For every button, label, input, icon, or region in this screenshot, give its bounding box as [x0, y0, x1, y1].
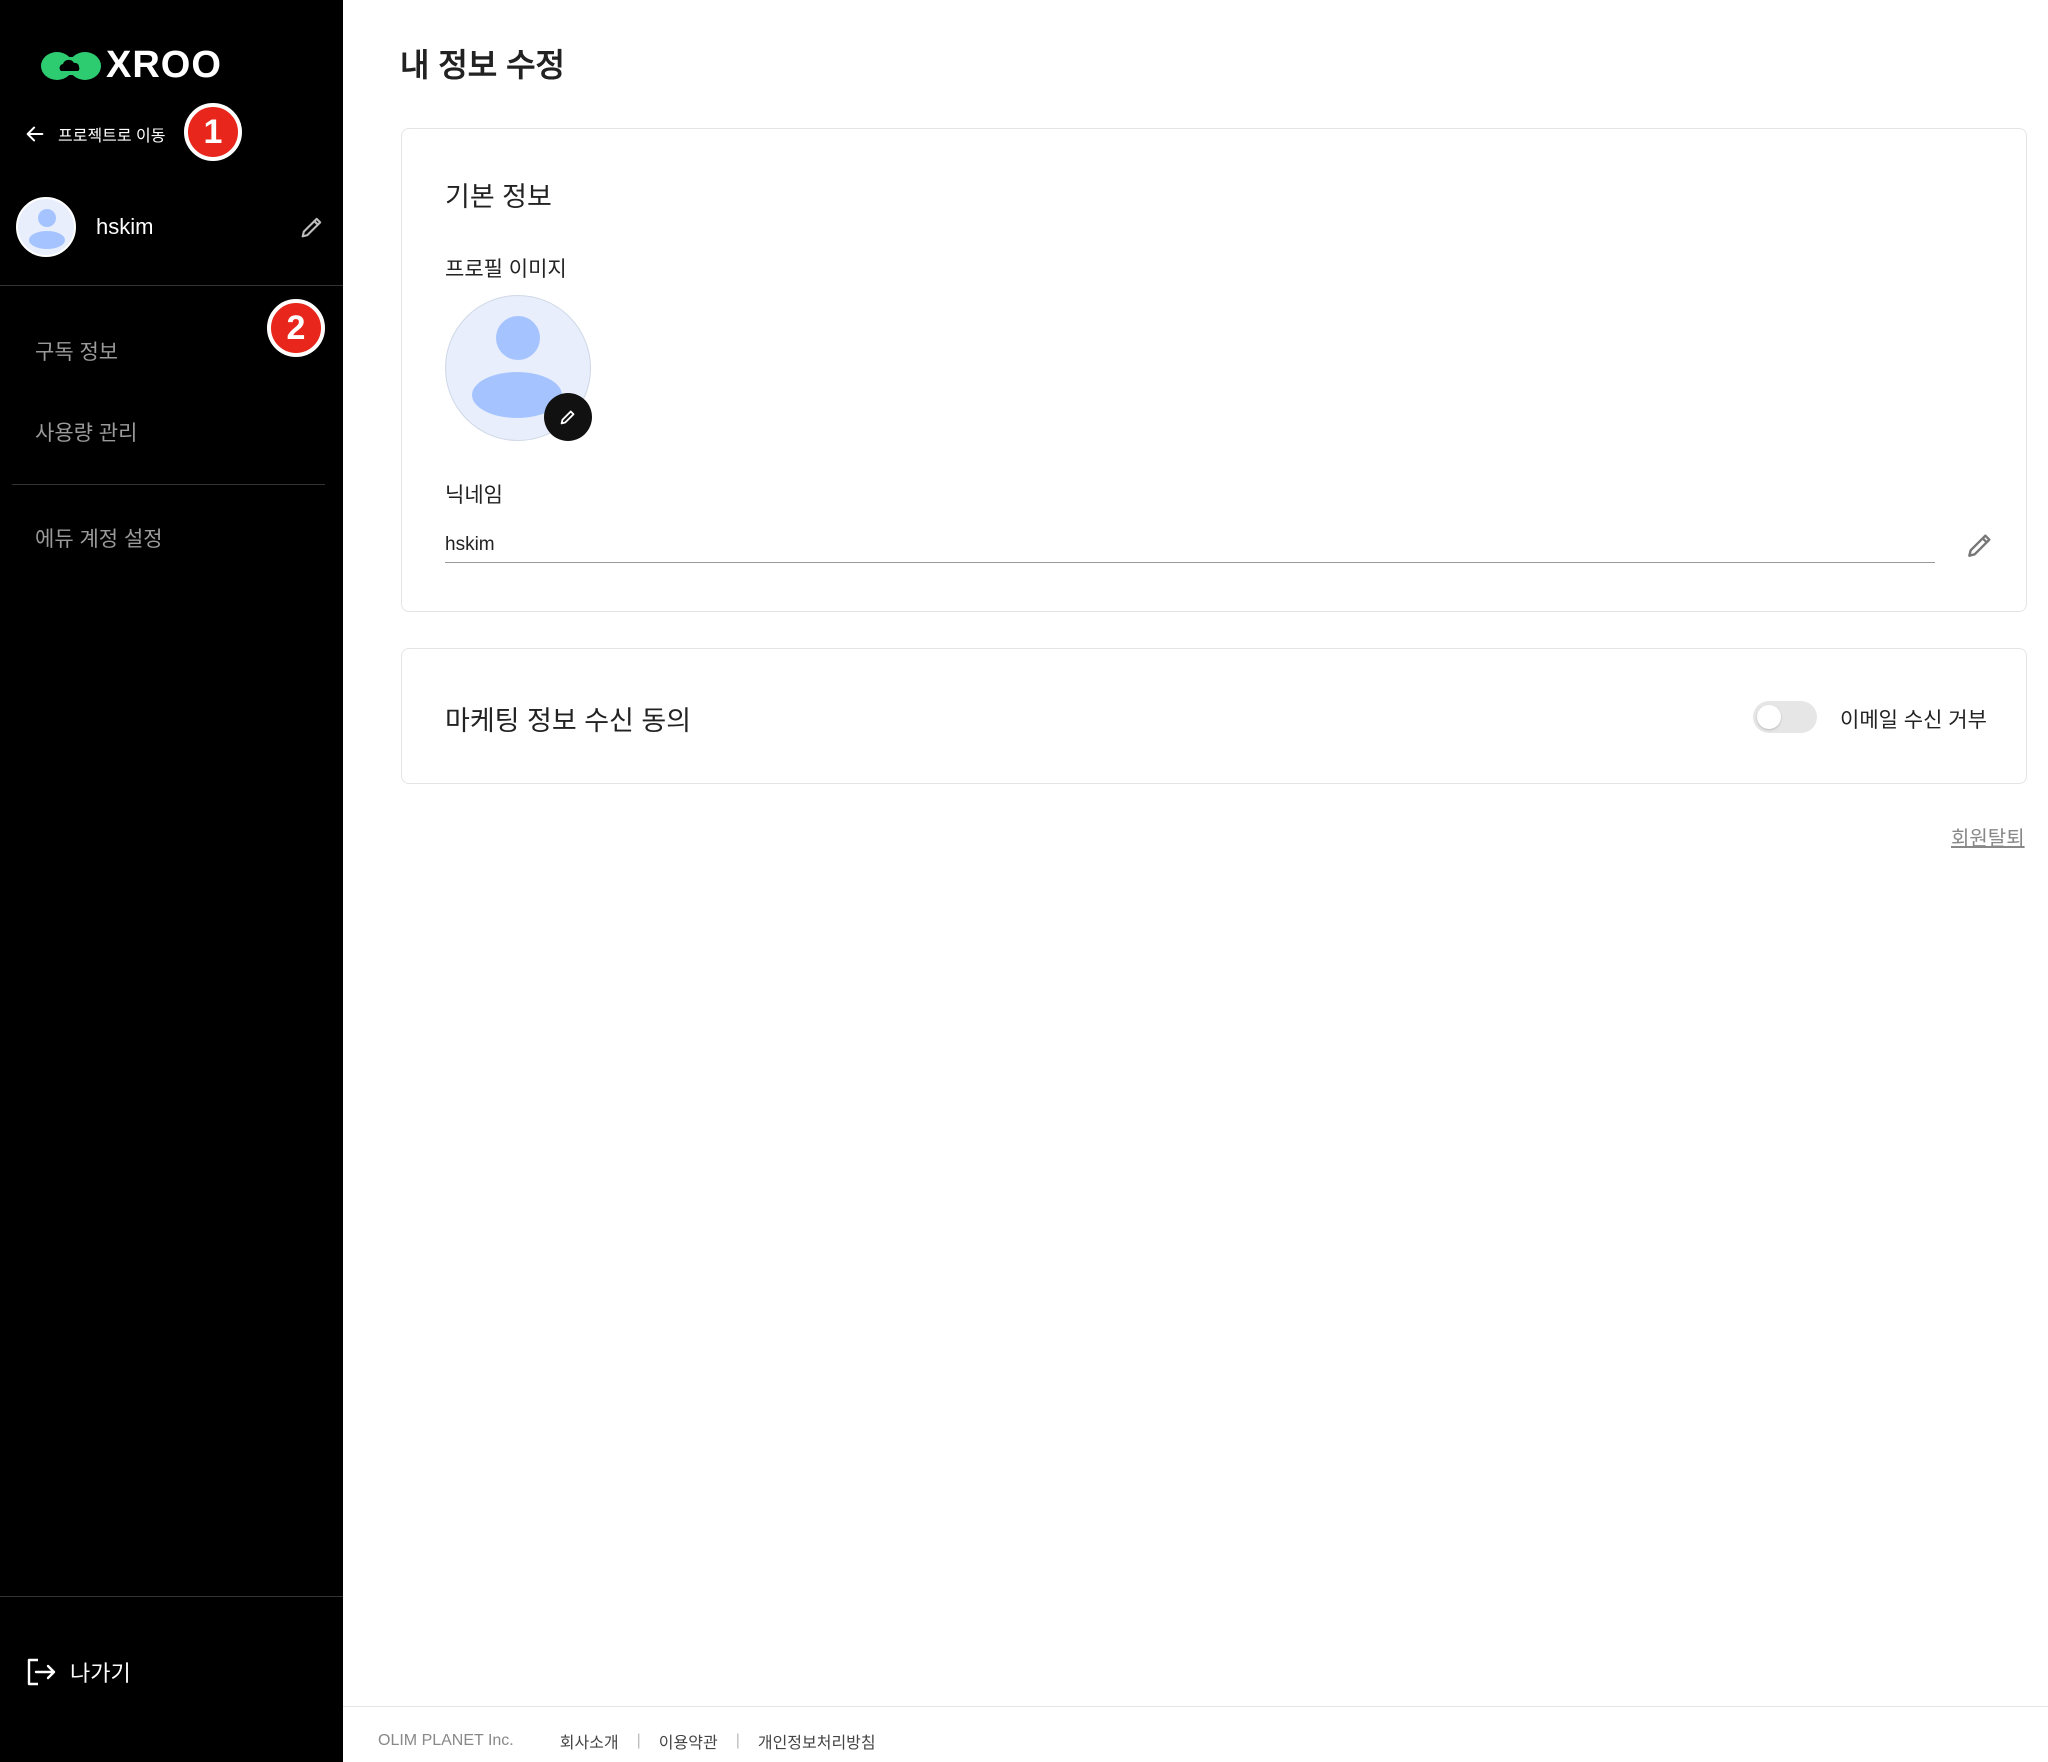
annotation-badge-1: 1: [184, 103, 242, 161]
email-optout-label: 이메일 수신 거부: [1840, 709, 1987, 732]
main-content: 내 정보 수정 기본 정보 프로필 이미지 닉네임 마케팅 정보 수신 동의: [343, 0, 2048, 1762]
arrow-left-icon: [26, 126, 44, 142]
sidebar: XROO 프로젝트로 이동 1 hskim 2 구독 정보 사용량 관리 에듀 …: [0, 0, 343, 1762]
sidebar-item-edu-account[interactable]: 에듀 계정 설정: [35, 523, 163, 553]
divider: [12, 484, 325, 485]
footer-divider: [343, 1706, 2048, 1707]
basic-info-title: 기본 정보: [445, 182, 552, 212]
logout-icon: [27, 1658, 56, 1686]
marketing-consent-title: 마케팅 정보 수신 동의: [445, 706, 692, 736]
footer: OLIM PLANET Inc. 회사소개 | 이용약관 | 개인정보처리방침: [378, 1729, 876, 1753]
sidebar-item-usage[interactable]: 사용량 관리: [35, 417, 137, 447]
annotation-badge-2: 2: [267, 299, 325, 357]
page-title: 내 정보 수정: [400, 47, 565, 83]
sidebar-profile: hskim: [16, 196, 326, 258]
footer-separator: |: [636, 1732, 641, 1749]
back-to-project-label: 프로젝트로 이동: [58, 128, 166, 145]
divider: [0, 285, 343, 286]
exit-button[interactable]: 나가기: [24, 1655, 131, 1689]
footer-company: OLIM PLANET Inc.: [378, 1732, 514, 1749]
avatar: [16, 197, 76, 257]
nickname-input[interactable]: [445, 527, 1935, 563]
footer-link-privacy[interactable]: 개인정보처리방침: [758, 1729, 876, 1753]
basic-info-card: 기본 정보 프로필 이미지 닉네임: [401, 128, 2027, 612]
withdraw-link[interactable]: 회원탈퇴: [1951, 822, 2025, 851]
logo[interactable]: XROO: [40, 44, 222, 87]
cloud-logo-icon: [41, 51, 101, 80]
back-to-project-link[interactable]: 프로젝트로 이동: [24, 122, 166, 146]
profile-image-edit-button[interactable]: [544, 393, 592, 441]
sidebar-user-name: hskim: [96, 214, 154, 239]
pencil-icon: [560, 410, 575, 425]
footer-link-terms[interactable]: 이용약관: [659, 1729, 718, 1753]
nickname-label: 닉네임: [445, 484, 503, 507]
footer-link-about[interactable]: 회사소개: [560, 1729, 619, 1753]
pencil-icon[interactable]: [1964, 529, 1996, 561]
email-optout-toggle[interactable]: [1753, 701, 1817, 733]
toggle-knob: [1757, 705, 1781, 729]
marketing-consent-card: 마케팅 정보 수신 동의 이메일 수신 거부: [401, 648, 2027, 784]
sidebar-item-subscription[interactable]: 구독 정보: [35, 336, 118, 366]
divider: [0, 1596, 343, 1597]
pencil-icon[interactable]: [298, 213, 326, 241]
exit-label: 나가기: [70, 1661, 131, 1686]
footer-separator: |: [735, 1732, 740, 1749]
profile-image-label: 프로필 이미지: [445, 258, 567, 281]
app-root: XROO 프로젝트로 이동 1 hskim 2 구독 정보 사용량 관리 에듀 …: [0, 0, 2048, 1762]
logo-text: XROO: [106, 44, 222, 86]
